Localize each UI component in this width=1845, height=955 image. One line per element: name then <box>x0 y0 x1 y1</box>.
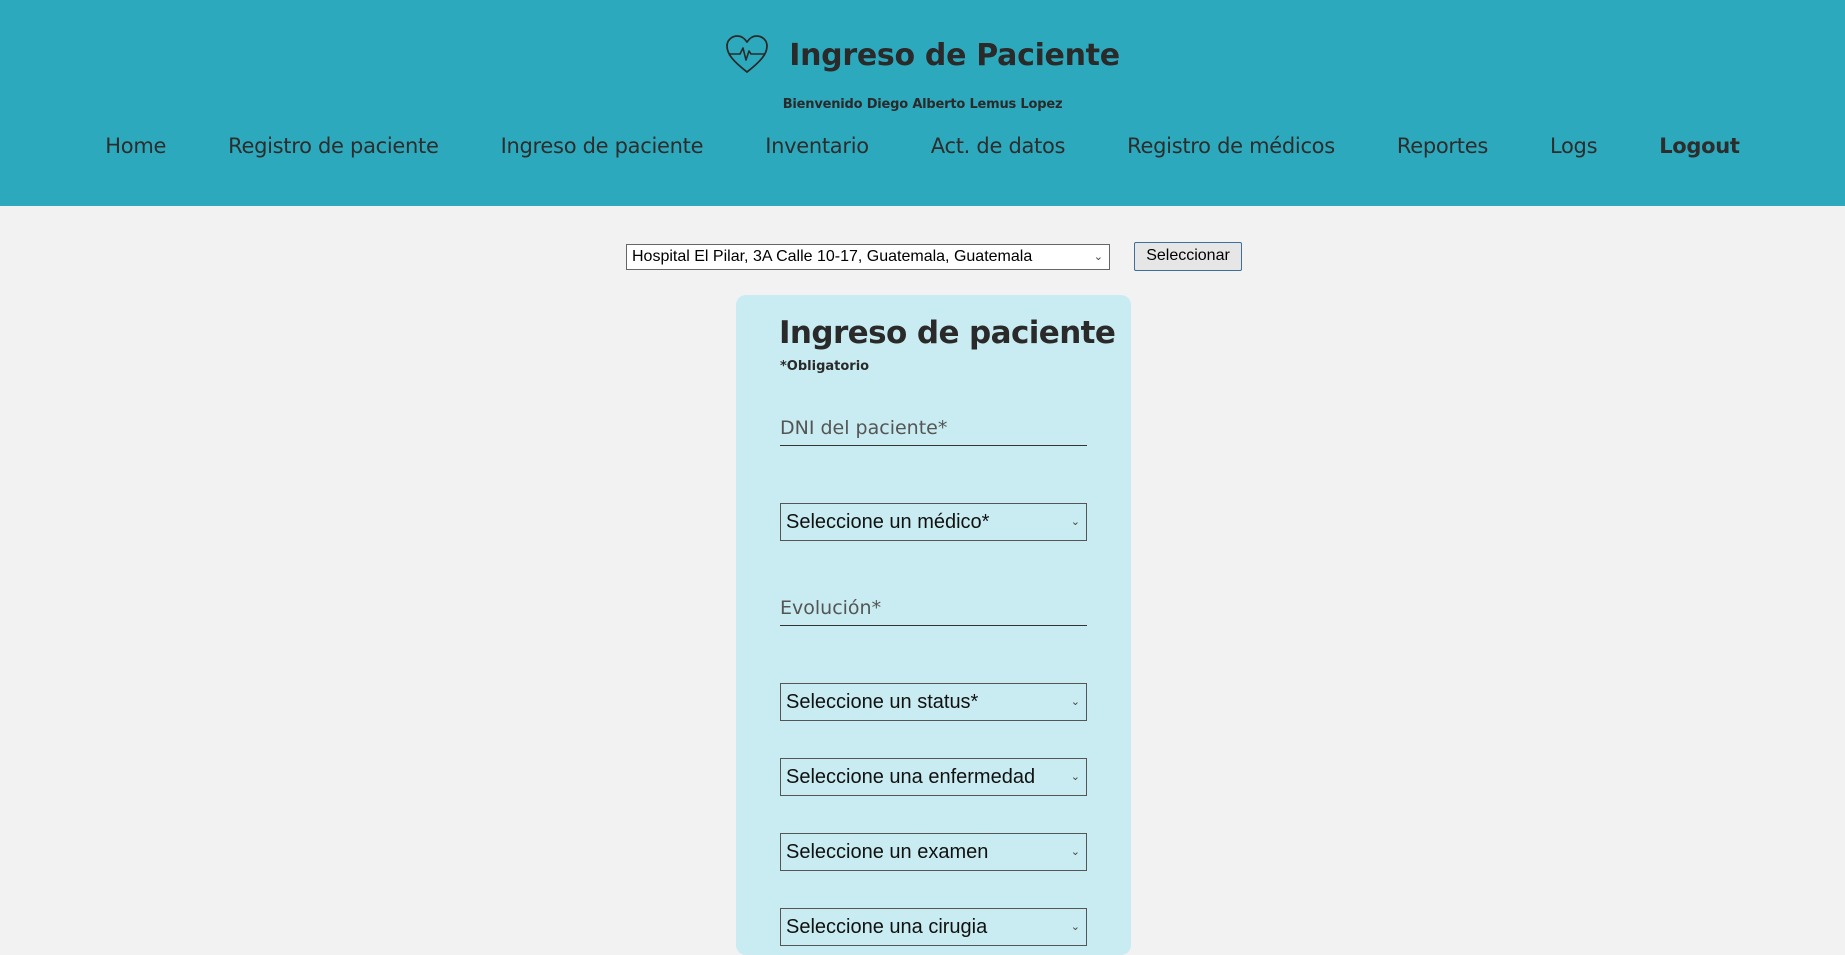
hospital-select-value: Hospital El Pilar, 3A Calle 10-17, Guate… <box>632 248 1033 265</box>
page-title: Ingreso de Paciente <box>789 37 1120 73</box>
chevron-down-icon: ⌄ <box>1070 771 1080 783</box>
form-title: Ingreso de paciente <box>779 315 1116 351</box>
nav-reportes[interactable]: Reportes <box>1397 134 1488 158</box>
required-note: *Obligatorio <box>780 359 870 374</box>
nav-logs[interactable]: Logs <box>1550 134 1598 158</box>
nav-home[interactable]: Home <box>105 134 166 158</box>
medico-select-value: Seleccione un médico* <box>786 511 990 533</box>
cirugia-select-value: Seleccione una cirugia <box>786 916 988 938</box>
medico-select[interactable]: Seleccione un médico* ⌄ <box>780 503 1087 541</box>
seleccionar-button[interactable]: Seleccionar <box>1134 242 1242 271</box>
status-select-value: Seleccione un status* <box>786 691 979 713</box>
enfermedad-select-value: Seleccione una enfermedad <box>786 766 1036 788</box>
cirugia-select[interactable]: Seleccione una cirugia ⌄ <box>780 908 1087 946</box>
examen-select-value: Seleccione un examen <box>786 841 989 863</box>
nav-registro-medicos[interactable]: Registro de médicos <box>1127 134 1335 158</box>
chevron-down-icon: ⌄ <box>1070 696 1080 708</box>
hospital-select[interactable]: Hospital El Pilar, 3A Calle 10-17, Guate… <box>626 244 1110 270</box>
nav-act-datos[interactable]: Act. de datos <box>931 134 1066 158</box>
chevron-down-icon: ⌄ <box>1070 846 1080 858</box>
examen-select[interactable]: Seleccione un examen ⌄ <box>780 833 1087 871</box>
evolucion-placeholder: Evolución* <box>780 597 882 619</box>
status-select[interactable]: Seleccione un status* ⌄ <box>780 683 1087 721</box>
nav-registro-paciente[interactable]: Registro de paciente <box>228 134 439 158</box>
nav-ingreso-paciente[interactable]: Ingreso de paciente <box>501 134 704 158</box>
dni-placeholder: DNI del paciente* <box>780 417 948 439</box>
brand: Ingreso de Paciente <box>0 34 1845 76</box>
nav-inventario[interactable]: Inventario <box>765 134 869 158</box>
heart-pulse-icon <box>726 35 769 73</box>
chevron-down-icon: ⌄ <box>1093 251 1103 263</box>
chevron-down-icon: ⌄ <box>1070 516 1080 528</box>
welcome-message: Bienvenido Diego Alberto Lemus Lopez <box>782 97 1063 112</box>
enfermedad-select[interactable]: Seleccione una enfermedad ⌄ <box>780 758 1087 796</box>
evolucion-field[interactable]: Evolución* <box>780 586 1087 626</box>
nav-logout[interactable]: Logout <box>1659 134 1740 158</box>
main-nav: Home Registro de paciente Ingreso de pac… <box>0 134 1845 158</box>
header: Ingreso de Paciente Bienvenido Diego Alb… <box>0 0 1845 206</box>
ingreso-form: Ingreso de paciente *Obligatorio DNI del… <box>736 295 1131 955</box>
dni-field[interactable]: DNI del paciente* <box>780 406 1087 446</box>
